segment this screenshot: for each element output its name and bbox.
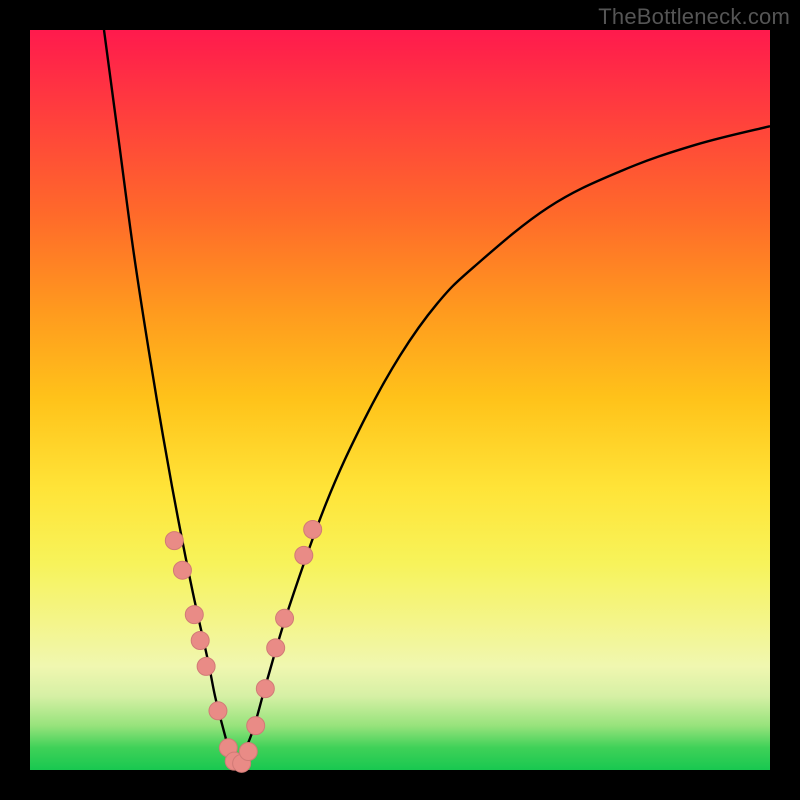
data-dot: [209, 702, 227, 720]
data-dot: [247, 717, 265, 735]
curve-right: [237, 126, 770, 766]
data-dot: [267, 639, 285, 657]
chart-svg: [30, 30, 770, 770]
data-dot: [165, 532, 183, 550]
data-dots-group: [165, 521, 321, 773]
data-dot: [239, 743, 257, 761]
data-dot: [197, 657, 215, 675]
data-dot: [185, 606, 203, 624]
data-dot: [256, 680, 274, 698]
data-dot: [304, 521, 322, 539]
data-dot: [276, 609, 294, 627]
plot-area: [30, 30, 770, 770]
watermark-text: TheBottleneck.com: [598, 4, 790, 30]
data-dot: [191, 632, 209, 650]
curve-left: [104, 30, 237, 766]
chart-stage: TheBottleneck.com: [0, 0, 800, 800]
data-dot: [295, 546, 313, 564]
data-dot: [173, 561, 191, 579]
